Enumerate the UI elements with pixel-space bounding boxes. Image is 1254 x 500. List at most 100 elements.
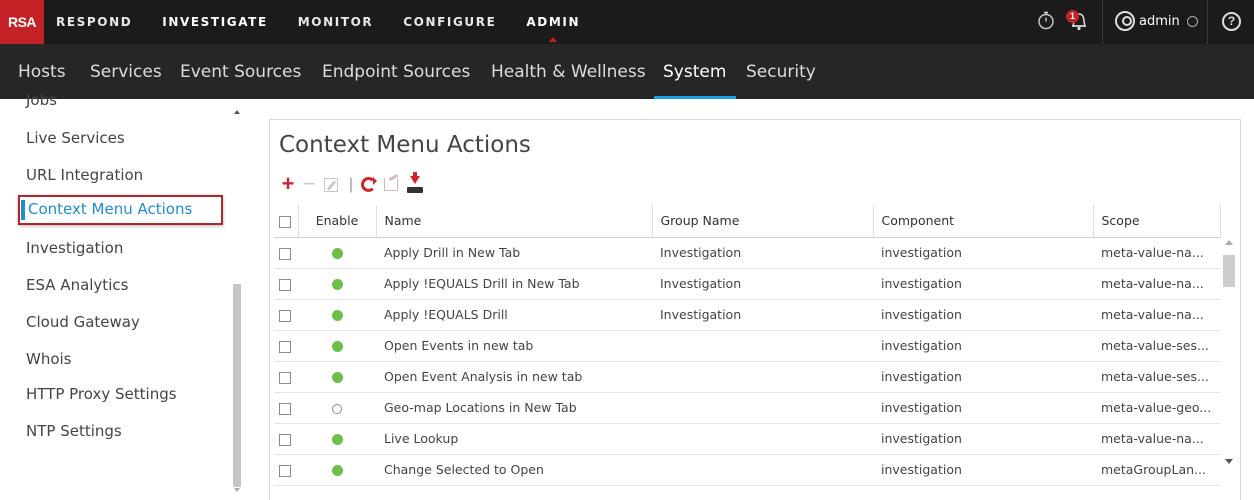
column-header-enable[interactable]: Enable <box>298 205 377 238</box>
row-checkbox[interactable] <box>279 278 291 291</box>
cell-component: investigation <box>873 330 1093 362</box>
toolbar-separator: | <box>348 176 354 193</box>
table-row[interactable]: Open Event Analysis in new tab investigat… <box>274 361 1220 393</box>
actions-table: Enable Name Group Name Component Scope A… <box>274 205 1236 500</box>
divider <box>1102 0 1103 44</box>
enabled-status-icon[interactable] <box>331 248 343 259</box>
add-icon[interactable]: + <box>280 173 296 195</box>
column-header-component[interactable]: Component <box>873 205 1094 238</box>
cell-scope: meta-value-na... <box>1093 268 1220 300</box>
table-scrollbar[interactable] <box>1222 237 1236 493</box>
sidebar-item-ntp-settings[interactable]: NTP Settings <box>26 422 122 440</box>
export-icon[interactable] <box>384 178 398 191</box>
scroll-up-icon[interactable] <box>1225 240 1233 245</box>
row-checkbox[interactable] <box>279 309 291 322</box>
select-all-checkbox[interactable] <box>279 215 291 228</box>
cell-scope: meta-value-na... <box>1093 423 1220 455</box>
enable-cell <box>298 423 376 455</box>
sidebar-item-url-integration[interactable]: URL Integration <box>26 166 143 184</box>
sidebar-item-whois[interactable]: Whois <box>26 350 72 368</box>
subnav-security[interactable]: Security <box>746 44 816 99</box>
sidebar-item-investigation[interactable]: Investigation <box>26 239 123 257</box>
table-row[interactable]: Apply !EQUALS Drill Investigation investig… <box>274 299 1220 331</box>
cell-name: Geo-map Locations in New Tab <box>376 392 652 424</box>
row-checkbox-cell <box>274 454 298 486</box>
column-header-group[interactable]: Group Name <box>652 205 874 238</box>
remove-icon[interactable]: − <box>302 173 316 195</box>
sidebar-item-jobs[interactable]: Jobs <box>26 91 57 109</box>
rsa-logo[interactable]: RSA <box>0 0 44 44</box>
row-checkbox-cell <box>274 423 298 455</box>
stopwatch-icon[interactable] <box>1035 10 1057 32</box>
table-row[interactable]: Apply Drill in New Tab Investigation inves… <box>274 237 1220 269</box>
selected-indicator <box>21 200 25 220</box>
top-icons: 1 admin ? <box>1000 0 1254 44</box>
topnav-respond[interactable]: RESPOND <box>56 0 132 44</box>
cell-name: Apply !EQUALS Drill in New Tab <box>376 268 652 300</box>
topnav-monitor[interactable]: MONITOR <box>298 0 373 44</box>
table-row[interactable]: Change Selected to Open investigation meta… <box>274 454 1220 486</box>
subnav-health-wellness[interactable]: Health & Wellness <box>491 44 646 99</box>
scroll-thumb[interactable] <box>1223 255 1235 287</box>
enabled-status-icon[interactable] <box>331 341 343 352</box>
cell-component: investigation <box>873 454 1093 486</box>
sidebar-item-http-proxy[interactable]: HTTP Proxy Settings <box>26 385 177 403</box>
sidebar-item-cloud-gateway[interactable]: Cloud Gateway <box>26 313 140 331</box>
row-checkbox[interactable] <box>279 340 291 353</box>
row-checkbox-cell <box>274 299 298 331</box>
topnav-investigate[interactable]: INVESTIGATE <box>162 0 267 44</box>
active-tab-indicator <box>654 96 736 99</box>
subnav-event-sources[interactable]: Event Sources <box>180 44 301 99</box>
row-checkbox[interactable] <box>279 433 291 446</box>
enabled-status-icon[interactable] <box>332 403 342 414</box>
scroll-thumb[interactable] <box>233 284 241 487</box>
scroll-down-icon[interactable] <box>1225 459 1233 464</box>
refresh-icon[interactable] <box>361 177 377 192</box>
sub-nav: Hosts Services Event Sources Endpoint So… <box>0 44 1254 99</box>
row-checkbox[interactable] <box>279 371 291 384</box>
subnav-endpoint-sources[interactable]: Endpoint Sources <box>322 44 470 99</box>
row-checkbox[interactable] <box>279 402 291 415</box>
row-checkbox-cell <box>274 237 298 269</box>
sidebar-item-context-menu-actions[interactable]: Context Menu Actions <box>18 195 223 225</box>
chevron-down-icon[interactable] <box>1187 16 1198 27</box>
divider <box>1207 0 1208 44</box>
topnav-configure[interactable]: CONFIGURE <box>403 0 496 44</box>
sidebar-item-esa-analytics[interactable]: ESA Analytics <box>26 276 128 294</box>
table-row[interactable]: Live Lookup investigation meta-value-na... <box>274 423 1220 455</box>
username[interactable]: admin <box>1139 0 1180 44</box>
enabled-status-icon[interactable] <box>331 310 343 321</box>
notification-badge: 1 <box>1066 10 1079 23</box>
column-header-scope[interactable]: Scope <box>1093 205 1221 238</box>
enabled-status-icon[interactable] <box>331 279 343 290</box>
row-checkbox[interactable] <box>279 247 291 260</box>
cell-scope: meta-value-na... <box>1093 299 1220 331</box>
cell-name: Apply Drill in New Tab <box>376 237 652 269</box>
scroll-down-icon[interactable] <box>234 488 240 492</box>
cell-scope: meta-value-ses... <box>1093 361 1220 393</box>
table-row[interactable]: Apply !EQUALS Drill in New Tab Investigat… <box>274 268 1220 300</box>
sidebar-scrollbar[interactable] <box>233 110 241 493</box>
column-header-name[interactable]: Name <box>376 205 653 238</box>
enabled-status-icon[interactable] <box>331 372 343 383</box>
cell-component: investigation <box>873 392 1093 424</box>
row-checkbox[interactable] <box>279 464 291 477</box>
user-icon[interactable] <box>1115 11 1135 31</box>
subnav-services[interactable]: Services <box>90 44 162 99</box>
enabled-status-icon[interactable] <box>331 434 343 445</box>
enable-cell <box>298 454 376 486</box>
table-row[interactable]: Geo-map Locations in New Tab investigatio… <box>274 392 1220 424</box>
cell-component: investigation <box>873 237 1093 269</box>
sidebar-item-live-services[interactable]: Live Services <box>26 129 125 147</box>
enable-cell <box>298 299 376 331</box>
enable-cell <box>298 392 376 424</box>
enabled-status-icon[interactable] <box>331 465 343 476</box>
row-checkbox-cell <box>274 392 298 424</box>
scroll-up-icon[interactable] <box>234 110 240 114</box>
edit-icon[interactable] <box>324 178 338 192</box>
subnav-system[interactable]: System <box>663 44 726 99</box>
table-row[interactable]: Open Events in new tab investigation meta-… <box>274 330 1220 362</box>
help-icon[interactable]: ? <box>1222 12 1241 31</box>
topnav-admin[interactable]: ADMIN <box>526 0 580 44</box>
import-icon[interactable] <box>407 172 423 193</box>
